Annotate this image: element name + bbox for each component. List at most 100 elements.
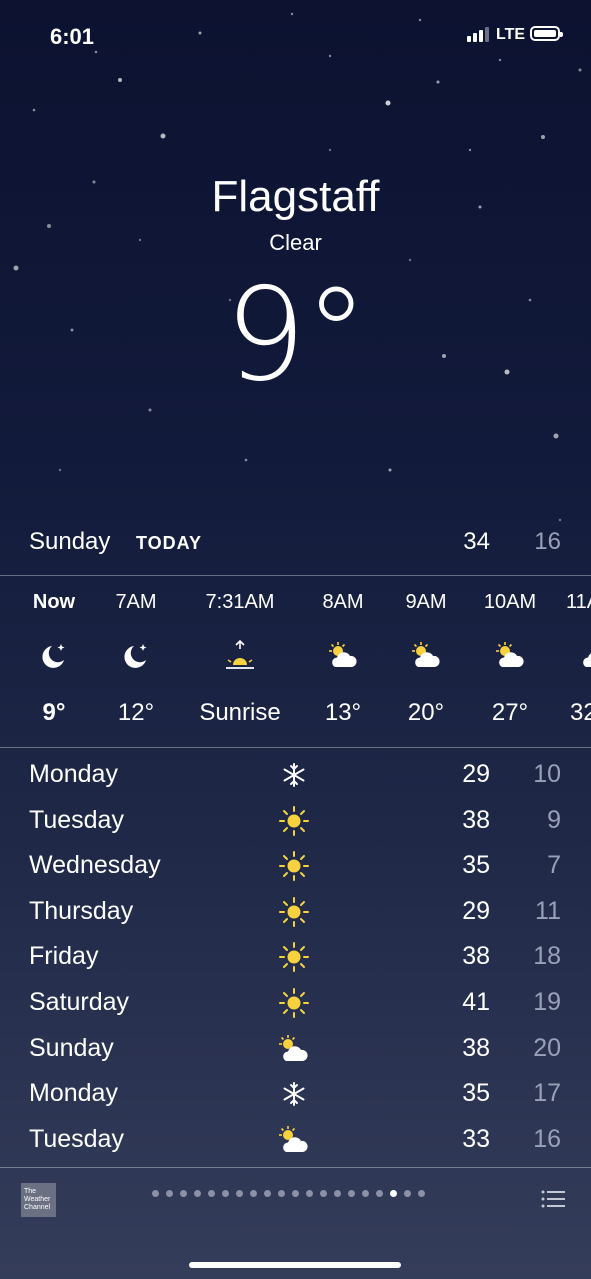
snowflake-icon [283,763,305,787]
day-name: Thursday [29,896,134,925]
page-dot[interactable] [278,1190,285,1197]
day-low: 9 [547,805,561,834]
moon-stars-icon [124,644,147,668]
page-dot[interactable] [348,1190,355,1197]
sun-icon [279,805,309,836]
page-dot[interactable] [418,1190,425,1197]
hour-value: 13° [324,699,362,726]
hourly-forecast[interactable]: Now 9° 7AM 12° 7:31AM Sunrise 8AM 13° 9A… [0,577,591,747]
hour-value: 12° [117,699,155,726]
hour-item: 7AM 12° [96,577,176,747]
hour-value: 9° [42,699,66,726]
page-dot[interactable] [236,1190,243,1197]
list-icon[interactable] [541,1190,565,1208]
page-dot[interactable] [390,1190,397,1197]
page-dot[interactable] [194,1190,201,1197]
day-low: 17 [533,1079,561,1108]
divider [0,575,591,576]
home-indicator[interactable] [189,1262,401,1268]
today-low: 16 [534,528,561,555]
page-dot[interactable] [404,1190,411,1197]
sun-cloud-icon [412,642,440,667]
hour-time: 10AM [483,591,537,613]
cloud-icon [583,653,591,667]
today-label: TODAY [136,533,203,553]
daily-forecast[interactable]: Monday 29 10 Tuesday 38 9 Wednesday 35 7… [0,752,591,1162]
day-low: 19 [533,987,561,1016]
page-dot[interactable] [250,1190,257,1197]
city-name: Flagstaff [211,172,380,221]
page-dot[interactable] [334,1190,341,1197]
sun-icon [279,987,309,1018]
hour-time: 8AM [322,591,364,613]
current-condition: Clear [269,230,322,255]
day-name: Wednesday [29,851,161,880]
daily-row: Tuesday 33 16 [0,1117,591,1163]
hour-time: 7AM [115,591,157,613]
day-high: 41 [462,987,490,1016]
day-high: 29 [462,896,490,925]
daily-row: Monday 29 10 [0,752,591,798]
daily-row: Saturday 41 19 [0,980,591,1026]
day-low: 7 [547,851,561,880]
battery-icon [530,26,563,41]
day-low: 18 [533,942,561,971]
divider [0,1167,591,1168]
sun-cloud-icon [279,1034,308,1061]
divider [0,747,591,748]
day-name: Friday [29,942,99,971]
hour-item: 9AM 20° [386,577,466,747]
day-high: 35 [462,851,490,880]
hour-time: Now [32,591,76,613]
page-dot[interactable] [376,1190,383,1197]
day-high: 38 [462,942,490,971]
day-name: Monday [29,760,118,788]
page-dot[interactable] [208,1190,215,1197]
page-dot[interactable] [362,1190,369,1197]
bottom-toolbar: The Weather Channel [0,1180,591,1220]
hour-item: 10AM 27° [470,577,550,747]
cellular-signal-icon [467,27,489,42]
page-dot[interactable] [292,1190,299,1197]
page-dot[interactable] [264,1190,271,1197]
sun-cloud-icon [329,642,357,667]
page-dot[interactable] [180,1190,187,1197]
status-bar: 6:01 LTE [0,18,591,54]
day-high: 38 [462,805,490,834]
page-indicator[interactable] [152,1190,425,1197]
today-high: 34 [463,528,490,555]
page-dot[interactable] [306,1190,313,1197]
hour-item: 11A 32 [552,577,591,747]
day-name: Tuesday [29,805,124,834]
hour-value: Sunrise [199,699,281,726]
sun-icon [279,942,309,973]
hour-value: 27° [491,699,529,726]
snowflake-icon [283,1082,305,1107]
sunrise-icon [226,639,254,669]
daily-row: Wednesday 35 7 [0,843,591,889]
day-high: 35 [462,1079,490,1108]
weather-channel-logo[interactable]: The Weather Channel [21,1183,56,1217]
hour-time: 7:31AM [205,591,275,613]
page-dot[interactable] [222,1190,229,1197]
day-high: 38 [462,1033,490,1062]
day-low: 20 [533,1033,561,1062]
page-dot[interactable] [320,1190,327,1197]
daily-row: Friday 38 18 [0,934,591,980]
hour-item: 7:31AM Sunrise [180,577,300,747]
page-dot[interactable] [166,1190,173,1197]
sun-icon [279,851,309,882]
today-summary: Sunday TODAY 34 16 [0,520,591,566]
network-type: LTE [496,26,526,43]
day-name: Monday [29,1079,118,1108]
moon-stars-icon [42,644,65,668]
daily-row: Monday 35 17 [0,1071,591,1117]
today-day: Sunday [29,528,111,555]
hour-value: 32 [570,699,591,726]
sun-cloud-icon [496,642,524,667]
day-high: 33 [462,1124,490,1153]
page-dot[interactable] [152,1190,159,1197]
day-low: 11 [535,896,561,925]
day-name: Saturday [29,987,130,1016]
hour-item: Now 9° [14,577,94,747]
